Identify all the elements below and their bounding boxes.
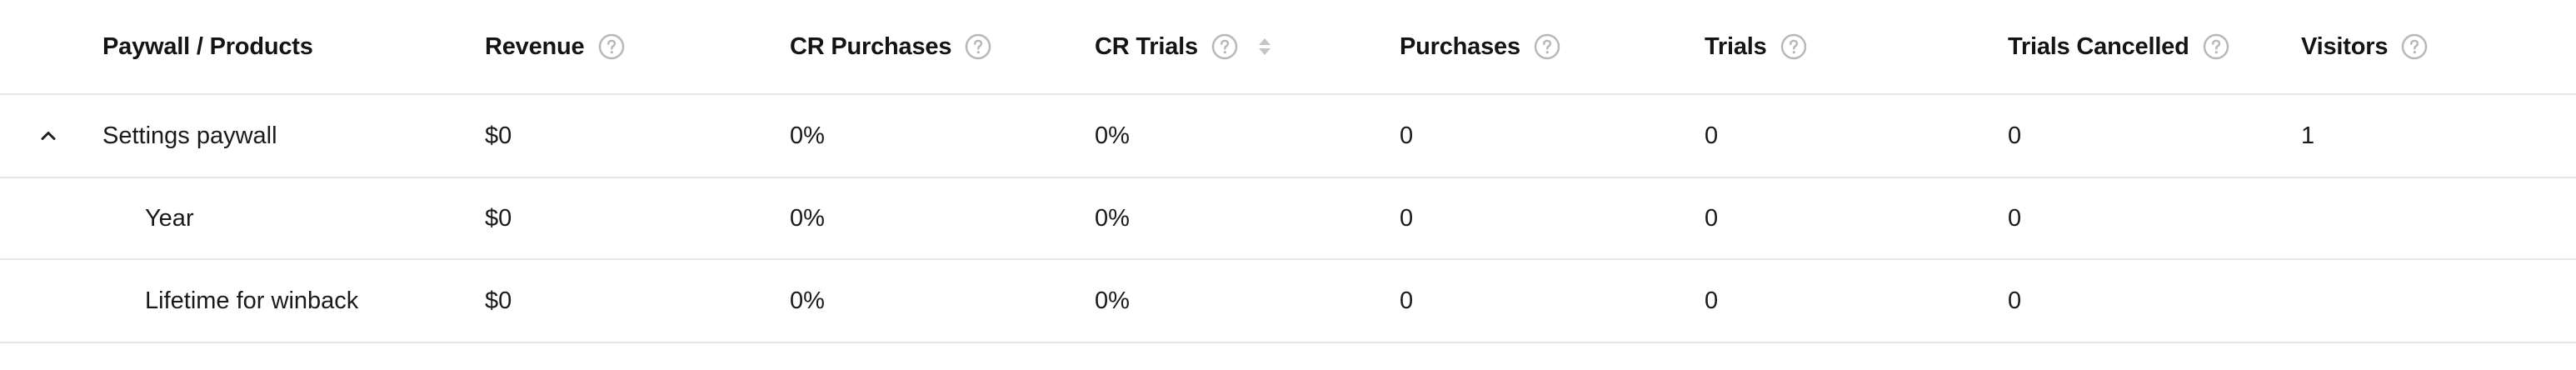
revenue-cell: $0 [485,260,512,342]
help-circle-icon[interactable] [598,33,625,60]
trials-cancelled-cell: 0 [2008,260,2021,342]
purchases-value: 0 [1400,204,1414,232]
header-label: Visitors [2301,32,2389,60]
revenue-value: $0 [485,122,512,149]
cr-trials-value: 0% [1095,122,1130,149]
purchases-value: 0 [1400,122,1414,149]
trials-cancelled-cell: 0 [2008,95,2021,177]
cr-trials-value: 0% [1095,204,1130,232]
cr-purchases-cell: 0% [790,95,825,177]
purchases-cell: 0 [1400,260,1413,342]
trials-cell: 0 [1705,260,1718,342]
cr-purchases-cell: 0% [790,178,825,258]
cr-purchases-value: 0% [790,122,825,149]
header-label: Trials [1705,32,1767,60]
header-revenue[interactable]: Revenue [485,0,625,93]
purchases-value: 0 [1400,287,1414,314]
table-row[interactable]: Year $0 0% 0% 0 0 0 [0,178,2576,260]
revenue-cell: $0 [485,95,512,177]
sort-icon[interactable] [1256,33,1273,60]
help-circle-icon[interactable] [2401,33,2428,60]
revenue-value: $0 [485,287,512,314]
header-cr-trials[interactable]: CR Trials [1095,0,1273,93]
cr-purchases-value: 0% [790,204,825,232]
header-label: Purchases [1400,32,1520,60]
header-label: CR Purchases [790,32,952,60]
cr-purchases-cell: 0% [790,260,825,342]
help-circle-icon[interactable] [1211,33,1238,60]
purchases-cell: 0 [1400,178,1413,258]
cr-trials-cell: 0% [1095,260,1130,342]
help-circle-icon[interactable] [2203,33,2229,60]
paywall-products-table: Paywall / Products Revenue CR Purchases [0,0,2576,370]
paywall-name: Settings paywall [102,122,277,149]
header-trials[interactable]: Trials [1705,0,1807,93]
table-header-row: Paywall / Products Revenue CR Purchases [0,0,2576,95]
header-purchases[interactable]: Purchases [1400,0,1560,93]
product-name-cell: Lifetime for winback [145,260,358,342]
trials-cancelled-value: 0 [2008,204,2022,232]
cr-purchases-value: 0% [790,287,825,314]
visitors-value: 1 [2301,122,2315,149]
paywall-name-cell: Settings paywall [102,95,277,177]
header-visitors[interactable]: Visitors [2301,0,2428,93]
header-trials-cancelled[interactable]: Trials Cancelled [2008,0,2229,93]
help-circle-icon[interactable] [1534,33,1560,60]
trials-value: 0 [1705,287,1719,314]
header-label: Revenue [485,32,585,60]
trials-value: 0 [1705,204,1719,232]
product-name: Year [145,204,194,232]
trials-cancelled-value: 0 [2008,122,2022,149]
header-cr-purchases[interactable]: CR Purchases [790,0,991,93]
visitors-cell: 1 [2301,95,2314,177]
cr-trials-cell: 0% [1095,178,1130,258]
trials-cell: 0 [1705,95,1718,177]
table-row[interactable]: Lifetime for winback $0 0% 0% 0 0 0 [0,260,2576,343]
trials-cancelled-cell: 0 [2008,178,2021,258]
chevron-up-icon[interactable] [38,126,58,146]
header-paywall-products: Paywall / Products [102,0,313,93]
cr-trials-value: 0% [1095,287,1130,314]
collapse-toggle[interactable] [38,95,58,177]
help-circle-icon[interactable] [965,33,991,60]
header-label: Trials Cancelled [2008,32,2189,60]
header-label: Paywall / Products [102,32,313,60]
trials-cell: 0 [1705,178,1718,258]
product-name-cell: Year [145,178,194,258]
product-name: Lifetime for winback [145,287,359,314]
cr-trials-cell: 0% [1095,95,1130,177]
help-circle-icon[interactable] [1780,33,1807,60]
trials-value: 0 [1705,122,1719,149]
header-label: CR Trials [1095,32,1198,60]
purchases-cell: 0 [1400,95,1413,177]
revenue-value: $0 [485,204,512,232]
table-row[interactable]: Settings paywall $0 0% 0% 0 0 0 1 [0,95,2576,178]
revenue-cell: $0 [485,178,512,258]
trials-cancelled-value: 0 [2008,287,2022,314]
